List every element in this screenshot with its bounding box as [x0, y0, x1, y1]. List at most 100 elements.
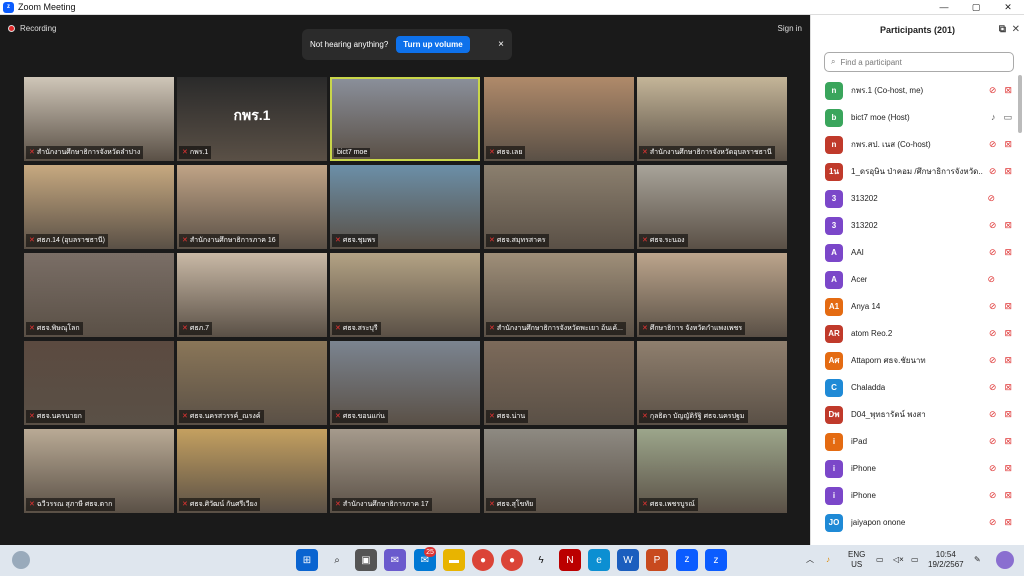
video-tile[interactable]: ✕ ศธจ.เลย — [484, 77, 634, 161]
participant-row[interactable]: b bict7 moe (Host) ♪ ▭ — [811, 104, 1024, 131]
weather-icon[interactable] — [12, 551, 30, 569]
camera-off-icon[interactable]: ⊠ — [1004, 220, 1012, 231]
camera-on-icon[interactable]: ▭ — [1003, 112, 1012, 123]
camera-off-icon[interactable]: ⊠ — [1004, 328, 1012, 339]
word-icon[interactable]: W — [617, 549, 639, 571]
video-tile[interactable]: ✕ ศธจ.พิษณุโลก — [24, 253, 174, 337]
participant-row[interactable]: C Chaladda ⊘ ⊠ — [811, 374, 1024, 401]
mic-muted-icon[interactable]: ⊘ — [989, 355, 997, 366]
start-icon[interactable]: ⊞ — [296, 549, 318, 571]
camera-off-icon[interactable]: ⊠ — [1004, 517, 1012, 528]
video-tile[interactable]: ✕ ศธจ.ระนอง — [637, 165, 787, 249]
mic-muted-icon[interactable]: ⊘ — [989, 247, 997, 258]
mic-on-icon[interactable]: ♪ — [991, 112, 996, 123]
network-icon[interactable]: ▭ — [876, 555, 884, 565]
camera-off-icon[interactable]: ⊠ — [1004, 247, 1012, 258]
video-tile[interactable]: ✕ สำนักงานศึกษาธิการจังหวัดอุบลราชธานี — [637, 77, 787, 161]
app-icon[interactable]: ϟ — [530, 549, 552, 571]
turn-up-volume-button[interactable]: Turn up volume — [396, 36, 470, 53]
participant-row[interactable]: A AAI ⊘ ⊠ — [811, 239, 1024, 266]
search-taskbar-icon[interactable]: ⌕ — [326, 549, 348, 571]
mic-muted-icon[interactable]: ⊘ — [989, 490, 997, 501]
volume-icon[interactable]: ◁× — [893, 555, 904, 565]
participant-row[interactable]: AR atom Reo.2 ⊘ ⊠ — [811, 320, 1024, 347]
tray-chevron-icon[interactable]: ︿ — [806, 555, 814, 565]
mic-muted-icon[interactable]: ⊘ — [989, 220, 997, 231]
participant-row[interactable]: 3 313202 ⊘ — [811, 185, 1024, 212]
camera-off-icon[interactable]: ⊠ — [1004, 139, 1012, 150]
camera-none-icon[interactable] — [1003, 193, 1012, 204]
video-tile[interactable]: ✕ ศธภ.14 (อุบลราชธานี) — [24, 165, 174, 249]
mic-muted-icon[interactable]: ⊘ — [989, 517, 997, 528]
powerpoint-icon[interactable]: P — [646, 549, 668, 571]
language-indicator[interactable]: ENG US — [848, 550, 865, 570]
camera-off-icon[interactable]: ⊠ — [1004, 85, 1012, 96]
mic-muted-icon[interactable]: ⊘ — [989, 139, 997, 150]
chrome-icon[interactable]: ● — [472, 549, 494, 571]
mic-muted-icon[interactable]: ⊘ — [989, 382, 997, 393]
camera-none-icon[interactable] — [1003, 274, 1012, 285]
video-tile[interactable]: ✕ ศธจ.ขอนแก่น — [330, 341, 480, 425]
video-tile[interactable]: ✕ สำนักงานศึกษาธิการภาค 16 — [177, 165, 327, 249]
zoom-taskbar-icon-2[interactable]: z — [705, 549, 727, 571]
camera-off-icon[interactable]: ⊠ — [1004, 382, 1012, 393]
chat-icon[interactable]: ✉ — [384, 549, 406, 571]
participant-row[interactable]: i iPhone ⊘ ⊠ — [811, 455, 1024, 482]
mic-muted-icon[interactable]: ⊘ — [989, 85, 997, 96]
mic-muted-icon[interactable]: ⊘ — [989, 409, 997, 420]
file-explorer-icon[interactable]: ▬ — [443, 549, 465, 571]
video-tile[interactable]: ✕ ศธจ.เพชรบูรณ์ — [637, 429, 787, 513]
camera-off-icon[interactable]: ⊠ — [1004, 355, 1012, 366]
participant-row[interactable]: i iPhone ⊘ ⊠ — [811, 482, 1024, 509]
video-tile[interactable]: ✕ ศธจ.สุโขทัย — [484, 429, 634, 513]
mic-muted-icon[interactable]: ⊘ — [989, 301, 997, 312]
video-tile[interactable]: ✕ ศึกษาธิการ จังหวัดกำแพงเพชร — [637, 253, 787, 337]
participant-row[interactable]: n กพร.1 (Co-host, me) ⊘ ⊠ — [811, 77, 1024, 104]
task-view-icon[interactable]: ▣ — [355, 549, 377, 571]
chrome-profile-icon[interactable]: ● — [501, 549, 523, 571]
camera-off-icon[interactable]: ⊠ — [1004, 463, 1012, 474]
copilot-icon[interactable] — [996, 551, 1014, 569]
camera-off-icon[interactable]: ⊠ — [1004, 436, 1012, 447]
video-tile[interactable]: กพร.1 ✕ กพร.1 — [177, 77, 327, 161]
participant-row[interactable]: Dพ D04_พุทธารัตน์ พงสา ⊘ ⊠ — [811, 401, 1024, 428]
pop-out-icon[interactable]: ⧉ — [999, 24, 1006, 35]
participant-row[interactable]: Aศ Attaporn ศธจ.ชัยนาท ⊘ ⊠ — [811, 347, 1024, 374]
video-tile[interactable]: ✕ สำนักงานศึกษาธิการจังหวัดลำปาง — [24, 77, 174, 161]
video-tile[interactable]: ✕ กุลธิดา บัญญัติรัฐิ ศธจ.นครปฐม — [637, 341, 787, 425]
participant-scrollbar[interactable] — [1018, 75, 1022, 133]
video-tile[interactable]: ✕ ศธจ.สมุทรสาคร — [484, 165, 634, 249]
participant-row[interactable]: A1 Anya 14 ⊘ ⊠ — [811, 293, 1024, 320]
video-tile[interactable]: bict7 moe — [330, 77, 480, 161]
video-tile[interactable]: ✕ ศธจ.สระบุรี — [330, 253, 480, 337]
participant-row[interactable]: i iPad ⊘ ⊠ — [811, 428, 1024, 455]
close-panel-icon[interactable]: ✕ — [1012, 24, 1020, 35]
sign-in-link[interactable]: Sign in — [778, 24, 802, 33]
netflix-icon[interactable]: N — [559, 549, 581, 571]
mic-muted-icon[interactable]: ⊘ — [989, 166, 997, 177]
edge-icon[interactable]: e — [588, 549, 610, 571]
participant-row[interactable]: JO jaiyapon onone ⊘ ⊠ — [811, 509, 1024, 536]
toast-close-icon[interactable]: × — [498, 39, 504, 50]
video-tile[interactable]: ✕ สำนักงานศึกษาธิการภาค 17 — [330, 429, 480, 513]
mic-muted-icon[interactable]: ⊘ — [989, 463, 997, 474]
zoom-taskbar-icon[interactable]: z — [676, 549, 698, 571]
recording-indicator[interactable]: Recording — [8, 24, 56, 33]
close-button[interactable]: ✕ — [992, 0, 1024, 15]
search-participant-input[interactable]: ⌕ Find a participant — [824, 52, 1014, 72]
video-tile[interactable]: ✕ ศธภ.7 — [177, 253, 327, 337]
minimize-button[interactable]: — — [928, 0, 960, 15]
mic-muted-icon[interactable]: ⊘ — [989, 436, 997, 447]
notification-icon[interactable]: ✎ — [974, 555, 981, 565]
video-tile[interactable]: ✕ ศธจ.นครนายก — [24, 341, 174, 425]
camera-off-icon[interactable]: ⊠ — [1004, 490, 1012, 501]
mic-muted-icon[interactable]: ⊘ — [987, 193, 995, 204]
mic-muted-icon[interactable]: ⊘ — [989, 328, 997, 339]
camera-off-icon[interactable]: ⊠ — [1004, 301, 1012, 312]
camera-off-icon[interactable]: ⊠ — [1004, 166, 1012, 177]
video-tile[interactable]: ✕ ศธจ.ชุมพร — [330, 165, 480, 249]
camera-off-icon[interactable]: ⊠ — [1004, 409, 1012, 420]
video-tile[interactable]: ✕ ศธจ.นครสวรรค์_ณรงค์ — [177, 341, 327, 425]
mic-tray-icon[interactable]: ♪ — [826, 555, 830, 565]
participant-row[interactable]: n กพร.สป. เนส (Co-host) ⊘ ⊠ — [811, 131, 1024, 158]
